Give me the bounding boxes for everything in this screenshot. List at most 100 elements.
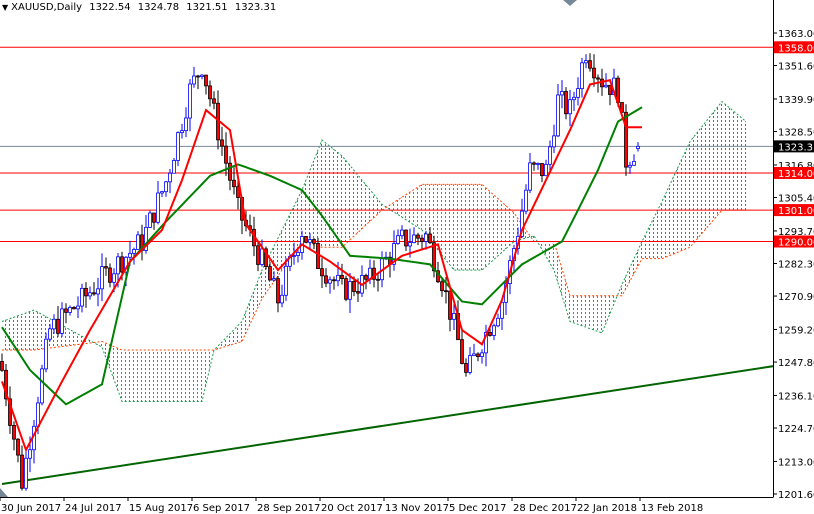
candle-bull: [96, 288, 100, 295]
candle-bear: [440, 281, 444, 292]
candle-bull: [28, 449, 32, 459]
cloud-segment: [370, 189, 374, 222]
cloud-segment: [30, 310, 34, 351]
y-tick-label: 1270.90: [778, 292, 814, 303]
cloud-segment: [654, 209, 658, 259]
cloud-segment: [294, 198, 298, 253]
x-tick-label: 22 Jan 2018: [577, 503, 637, 514]
cloud-segment: [646, 225, 650, 259]
candle-bull: [76, 305, 80, 310]
candle-bull: [172, 159, 176, 174]
cloud-segment: [694, 131, 698, 243]
candle-bull: [468, 355, 472, 373]
candle-bear: [320, 268, 324, 277]
candle-bear: [444, 290, 448, 293]
cloud-segment: [186, 350, 190, 402]
candle-bull: [292, 255, 296, 257]
candle-bull: [180, 130, 184, 134]
y-tick-label: 1282.30: [778, 260, 814, 271]
cloud-segment: [402, 194, 406, 220]
candle-bull: [544, 163, 548, 177]
candle-bear: [268, 266, 272, 281]
cloud-segment: [434, 184, 438, 251]
candle-bear: [588, 60, 592, 69]
plot-area: [0, 46, 773, 491]
y-tick-label: 1328.50: [778, 128, 814, 139]
cloud-segment: [586, 295, 590, 329]
cloud-segment: [74, 331, 78, 346]
candle-bull: [548, 146, 552, 165]
low-value: 1321.51: [186, 2, 228, 13]
candle-bull: [308, 239, 312, 243]
cloud-segment: [414, 186, 418, 228]
cloud-segment: [174, 350, 178, 402]
dropdown-arrow-icon[interactable]: ▼: [2, 3, 8, 12]
cloud-segment: [662, 192, 666, 259]
candle-bear: [208, 85, 212, 100]
cloud-segment: [138, 350, 142, 402]
cloud-segment: [702, 121, 706, 234]
candle-bear: [416, 234, 420, 239]
candle-bear: [228, 162, 232, 181]
x-tick-label: 30 Jun 2017: [1, 503, 61, 514]
candle-bear: [624, 111, 628, 168]
candle-bull: [192, 75, 196, 85]
candle-bear: [108, 267, 112, 283]
cloud-segment: [350, 165, 354, 240]
close-value: 1323.31: [234, 2, 277, 13]
candle-bull: [552, 135, 556, 148]
high-value: 1324.78: [137, 2, 180, 13]
cloud-segment: [442, 184, 446, 261]
cloud-segment: [78, 334, 82, 345]
candle-bear: [84, 287, 88, 297]
candle-bull: [496, 317, 500, 327]
cloud-segment: [494, 195, 498, 260]
candle-bull: [560, 91, 564, 96]
candle-bull: [480, 352, 484, 357]
candle-bull: [492, 325, 496, 336]
candle-bear: [324, 275, 328, 284]
candle-bull: [88, 292, 92, 297]
candle-bear: [212, 98, 216, 104]
y-tick-label: 1259.20: [778, 325, 814, 336]
shift-marker-icon: [563, 0, 577, 6]
candle-bull: [284, 265, 288, 296]
candle-bear: [476, 353, 480, 357]
x-tick-label: 28 Dec 2017: [513, 503, 577, 514]
candle-bear: [196, 75, 200, 78]
cloud-segment: [246, 300, 250, 333]
cloud-segment: [718, 101, 722, 215]
candle-bear: [596, 77, 600, 80]
cloud-segment: [638, 241, 642, 267]
cloud-segment: [722, 101, 726, 211]
candle-bear: [220, 139, 224, 147]
cloud-segment: [394, 199, 398, 215]
candle-bull: [272, 278, 276, 281]
cloud-segment: [690, 136, 694, 248]
candle-bull: [40, 368, 44, 404]
candle-bear: [64, 308, 68, 313]
candle-bear: [104, 266, 108, 269]
x-tick-label: 6 Sep 2017: [193, 503, 250, 514]
cloud-segment: [698, 126, 702, 238]
candle-bear: [204, 74, 208, 87]
candle-bull: [160, 191, 164, 194]
y-tick-label: 1201.60: [778, 490, 814, 501]
candle-bull: [100, 266, 104, 290]
cloud-segment: [230, 329, 234, 346]
candle-bull: [556, 94, 560, 137]
cloud-segment: [490, 191, 494, 263]
cloud-segment: [226, 333, 230, 347]
cloud-segment: [398, 197, 402, 218]
candle-bull: [632, 161, 636, 166]
cloud-segment: [338, 152, 342, 248]
candle-bull: [408, 242, 412, 247]
cloud-segment: [462, 184, 466, 271]
cloud-segment: [626, 267, 630, 289]
cloud-segment: [582, 295, 586, 328]
cloud-segment: [86, 338, 90, 344]
cloud-segment: [194, 350, 198, 402]
price-chart[interactable]: 1363.001351.601339.901328.501316.801305.…: [0, 0, 814, 514]
cloud-segment: [478, 184, 482, 271]
cloud-segment: [358, 175, 362, 233]
